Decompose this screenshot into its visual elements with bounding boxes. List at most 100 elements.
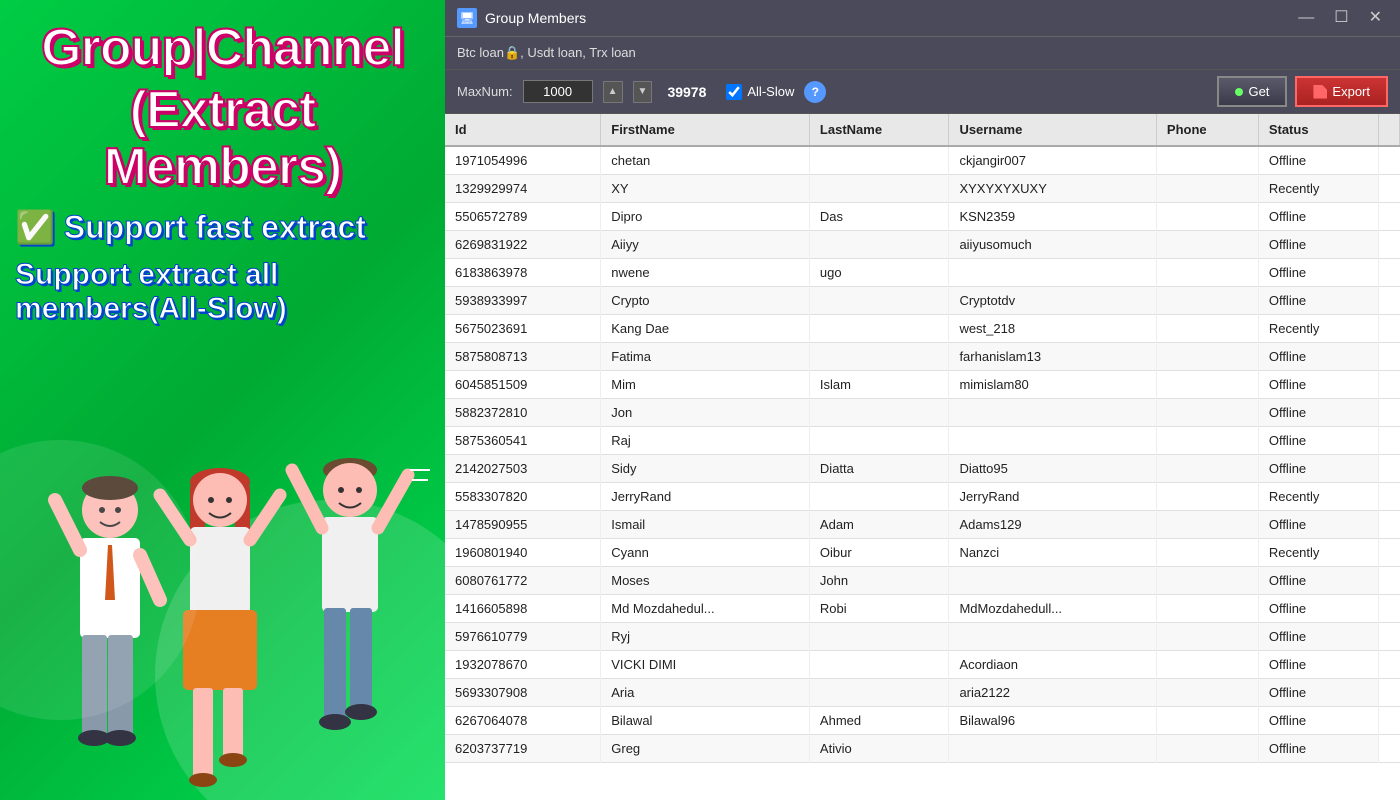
cell-username bbox=[949, 427, 1156, 455]
cell-phone bbox=[1156, 455, 1258, 483]
cell-username: XYXYXYXUXY bbox=[949, 175, 1156, 203]
cell-lastName: Oibur bbox=[809, 539, 949, 567]
table-row[interactable]: 6267064078BilawalAhmedBilawal96Offline bbox=[445, 707, 1400, 735]
cell-status: Recently bbox=[1258, 539, 1378, 567]
help-button[interactable]: ? bbox=[804, 81, 826, 103]
cell-status: Offline bbox=[1258, 399, 1378, 427]
table-row[interactable]: 6183863978nweneugoOffline bbox=[445, 259, 1400, 287]
table-row[interactable]: 1960801940CyannOiburNanzciRecently bbox=[445, 539, 1400, 567]
cell-phone bbox=[1156, 707, 1258, 735]
spin-down-button[interactable]: ▼ bbox=[633, 81, 653, 103]
cell-firstName: VICKI DIMI bbox=[601, 651, 810, 679]
table-row[interactable]: 5882372810JonOffline bbox=[445, 399, 1400, 427]
cell-phone bbox=[1156, 287, 1258, 315]
cell-id: 5583307820 bbox=[445, 483, 601, 511]
feature-2b: members(All-Slow) bbox=[15, 292, 430, 326]
cell-username: farhanislam13 bbox=[949, 343, 1156, 371]
table-row[interactable]: 6045851509MimIslammimislam80Offline bbox=[445, 371, 1400, 399]
cell-id: 1329929974 bbox=[445, 175, 601, 203]
col-header-id: Id bbox=[445, 114, 601, 146]
all-slow-checkbox-label[interactable]: All-Slow bbox=[726, 84, 794, 100]
cell-phone bbox=[1156, 679, 1258, 707]
get-button[interactable]: Get bbox=[1217, 76, 1287, 107]
source-toolbar: Btc loan🔒, Usdt loan, Trx loan bbox=[445, 37, 1400, 70]
members-table-container[interactable]: Id FirstName LastName Username Phone Sta… bbox=[445, 114, 1400, 800]
table-row[interactable]: 6203737719GregAtivioOffline bbox=[445, 735, 1400, 763]
cell-lastName: ugo bbox=[809, 259, 949, 287]
cell-phone bbox=[1156, 595, 1258, 623]
feature-2b-text: members(All-Slow) bbox=[15, 292, 287, 326]
cell-firstName: Greg bbox=[601, 735, 810, 763]
table-row[interactable]: 6269831922AiiyyaiiyusomuchOffline bbox=[445, 231, 1400, 259]
maxnum-input[interactable] bbox=[523, 80, 593, 103]
table-row[interactable]: 5693307908Ariaaria2122Offline bbox=[445, 679, 1400, 707]
main-title-line1: Group|Channel bbox=[41, 20, 404, 77]
cell-lastName: Islam bbox=[809, 371, 949, 399]
table-row[interactable]: 1416605898Md Mozdahedul...RobiMdMozdahed… bbox=[445, 595, 1400, 623]
cell-id: 5976610779 bbox=[445, 623, 601, 651]
maximize-button[interactable]: ☐ bbox=[1328, 8, 1354, 28]
table-row[interactable]: 5875808713Fatimafarhanislam13Offline bbox=[445, 343, 1400, 371]
cell-firstName: Sidy bbox=[601, 455, 810, 483]
table-row[interactable]: 5583307820JerryRandJerryRandRecently bbox=[445, 483, 1400, 511]
cell-firstName: Ryj bbox=[601, 623, 810, 651]
cell-phone bbox=[1156, 231, 1258, 259]
cell-username bbox=[949, 259, 1156, 287]
cell-username bbox=[949, 735, 1156, 763]
cell-status: Recently bbox=[1258, 483, 1378, 511]
table-row[interactable]: 1932078670VICKI DIMIAcordiaonOffline bbox=[445, 651, 1400, 679]
table-row[interactable]: 6080761772MosesJohnOffline bbox=[445, 567, 1400, 595]
table-row[interactable]: 1971054996chetanckjangir007Offline bbox=[445, 146, 1400, 175]
cell-firstName: Ismail bbox=[601, 511, 810, 539]
cell-phone bbox=[1156, 427, 1258, 455]
table-row[interactable]: 5506572789DiproDasKSN2359Offline bbox=[445, 203, 1400, 231]
cell-username: KSN2359 bbox=[949, 203, 1156, 231]
get-button-label: Get bbox=[1248, 84, 1269, 99]
cell-id: 5882372810 bbox=[445, 399, 601, 427]
action-buttons[interactable]: Get Export bbox=[1217, 76, 1388, 107]
table-row[interactable]: 5875360541RajOffline bbox=[445, 427, 1400, 455]
cell-lastName bbox=[809, 287, 949, 315]
cell-lastName bbox=[809, 427, 949, 455]
cell-lastName bbox=[809, 175, 949, 203]
cell-username bbox=[949, 567, 1156, 595]
cell-status: Recently bbox=[1258, 175, 1378, 203]
cell-lastName bbox=[809, 651, 949, 679]
export-button[interactable]: Export bbox=[1295, 76, 1388, 107]
cell-status: Offline bbox=[1258, 259, 1378, 287]
cell-status: Offline bbox=[1258, 679, 1378, 707]
cell-username: Acordiaon bbox=[949, 651, 1156, 679]
cell-firstName: Moses bbox=[601, 567, 810, 595]
table-row[interactable]: 1329929974XYXYXYXYXUXYRecently bbox=[445, 175, 1400, 203]
table-row[interactable]: 2142027503SidyDiattaDiatto95Offline bbox=[445, 455, 1400, 483]
close-button[interactable]: ✕ bbox=[1363, 8, 1388, 28]
table-row[interactable]: 5938933997CryptoCryptotdvOffline bbox=[445, 287, 1400, 315]
all-slow-checkbox[interactable] bbox=[726, 84, 742, 100]
cell-phone bbox=[1156, 343, 1258, 371]
cell-id: 1478590955 bbox=[445, 511, 601, 539]
window-controls[interactable]: — ☐ ✕ bbox=[1292, 8, 1388, 28]
cell-username: Adams129 bbox=[949, 511, 1156, 539]
cell-lastName: Robi bbox=[809, 595, 949, 623]
cell-lastName: John bbox=[809, 567, 949, 595]
cell-status: Offline bbox=[1258, 371, 1378, 399]
cell-lastName bbox=[809, 623, 949, 651]
table-row[interactable]: 5976610779RyjOffline bbox=[445, 623, 1400, 651]
table-row[interactable]: 1478590955IsmailAdamAdams129Offline bbox=[445, 511, 1400, 539]
cell-id: 6045851509 bbox=[445, 371, 601, 399]
cell-username: Bilawal96 bbox=[949, 707, 1156, 735]
maxnum-label: MaxNum: bbox=[457, 84, 513, 99]
col-header-scroll bbox=[1379, 114, 1400, 146]
controls-toolbar[interactable]: MaxNum: ▲ ▼ 39978 All-Slow ? Get Export bbox=[445, 70, 1400, 114]
minimize-button[interactable]: — bbox=[1292, 8, 1320, 28]
cell-id: 1932078670 bbox=[445, 651, 601, 679]
cell-firstName: nwene bbox=[601, 259, 810, 287]
feature-1: ✅ Support fast extract bbox=[15, 208, 430, 246]
cell-phone bbox=[1156, 483, 1258, 511]
table-row[interactable]: 5675023691Kang Daewest_218Recently bbox=[445, 315, 1400, 343]
cell-id: 6267064078 bbox=[445, 707, 601, 735]
spin-up-button[interactable]: ▲ bbox=[603, 81, 623, 103]
col-header-status: Status bbox=[1258, 114, 1378, 146]
app-window: 🖥 Group Members — ☐ ✕ Btc loan🔒, Usdt lo… bbox=[445, 0, 1400, 800]
cell-phone bbox=[1156, 539, 1258, 567]
